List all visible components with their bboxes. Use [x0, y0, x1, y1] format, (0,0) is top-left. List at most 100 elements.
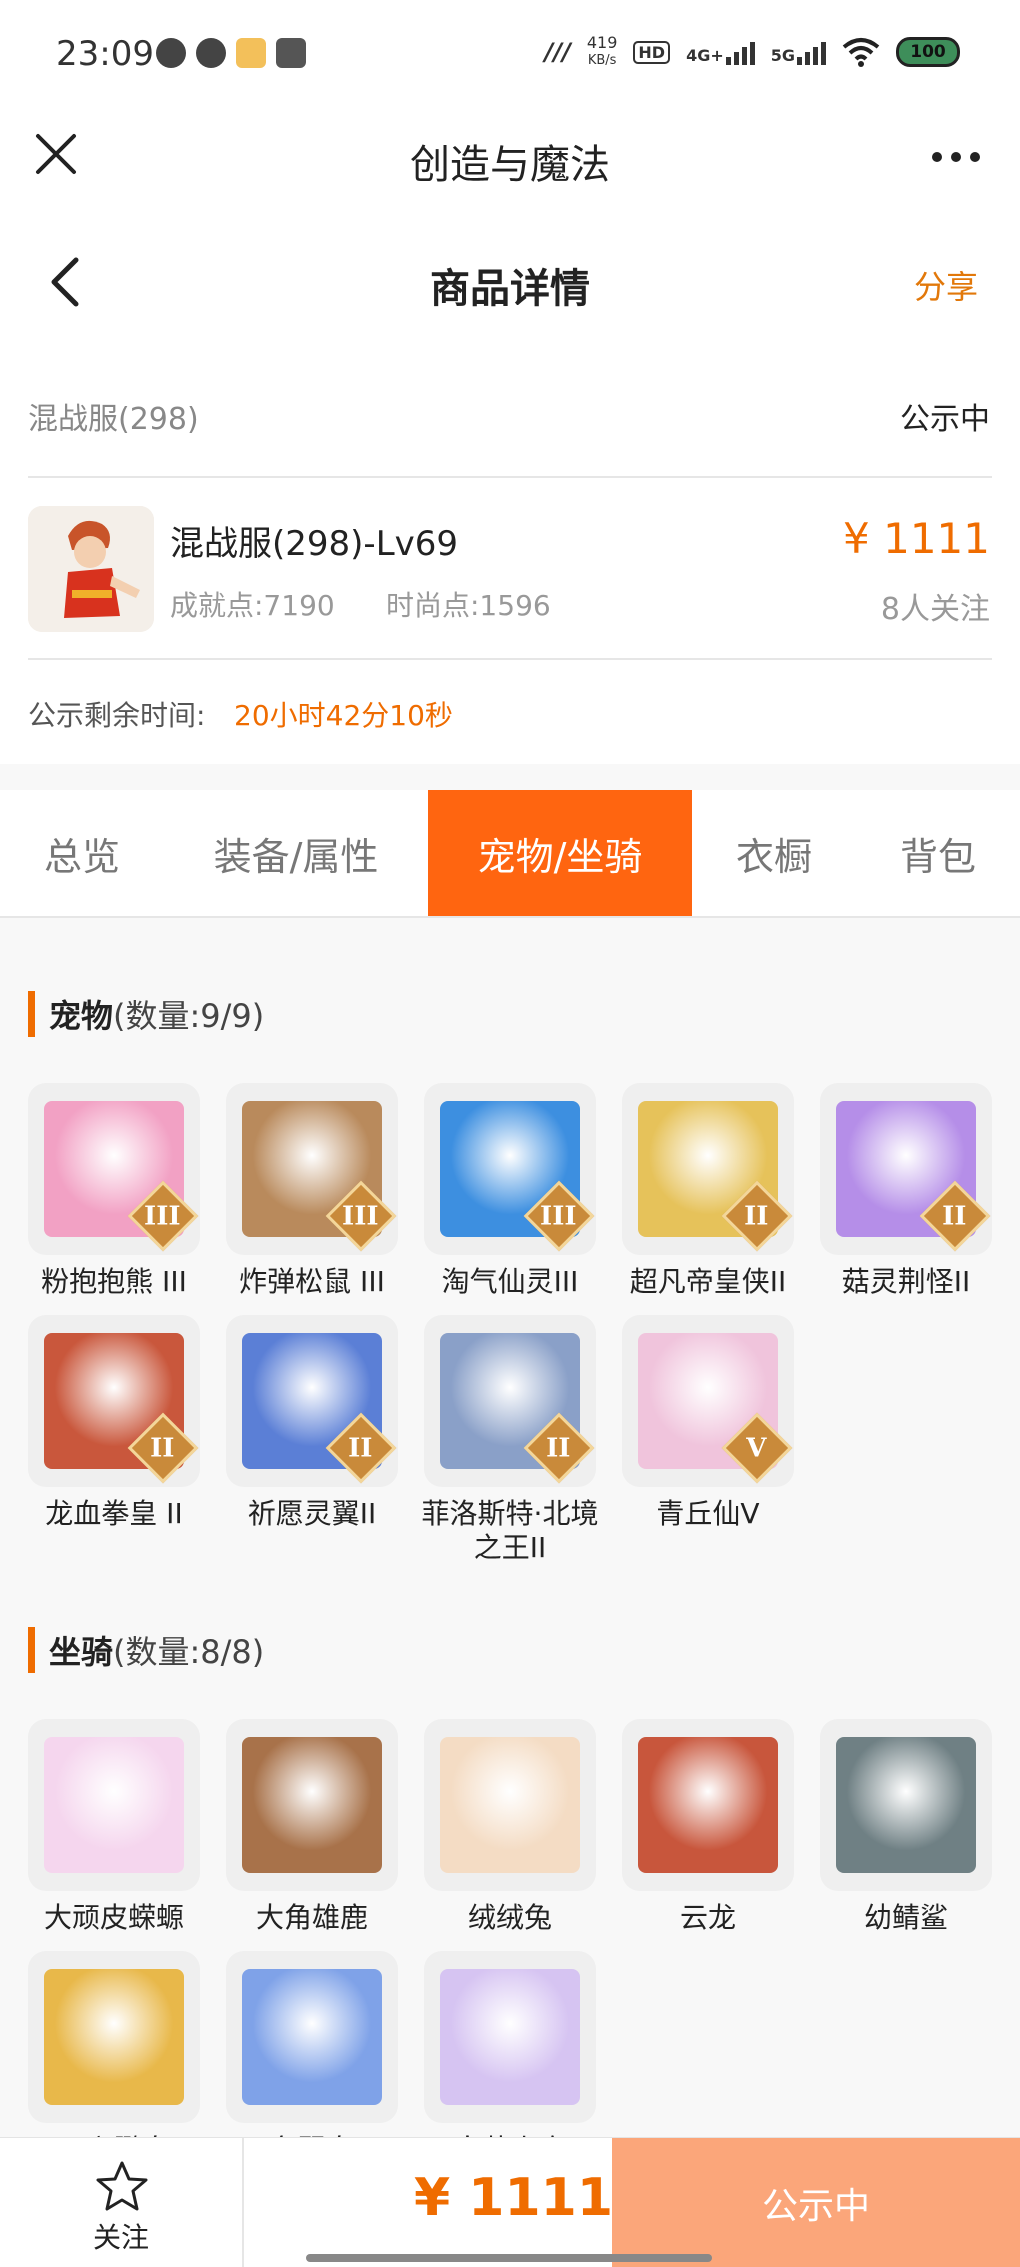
app-badge-icon: [236, 38, 266, 68]
server-name: 混战服(298): [28, 402, 199, 437]
sim1-signal: 4G+: [686, 39, 755, 65]
sim2-signal: 5G: [771, 39, 826, 65]
pet-item[interactable]: V 青丘仙V: [622, 1315, 794, 1531]
nfc-icon: ///: [544, 38, 571, 66]
tab-overview[interactable]: 总览: [0, 790, 164, 916]
wifi-icon: [842, 38, 880, 67]
signal-bars-icon: [797, 39, 826, 65]
pet-thumbnail: III: [424, 1083, 596, 1255]
section-accent-bar: [28, 991, 35, 1037]
pet-thumbnail: II: [28, 1315, 200, 1487]
page-header: 商品详情 分享: [0, 224, 1020, 344]
mount-thumbnail: [226, 1719, 398, 1891]
pet-item[interactable]: II 祈愿灵翼II: [226, 1315, 398, 1531]
pet-name: 龙血拳皇 II: [45, 1497, 183, 1530]
divider: [28, 476, 992, 478]
pet-item[interactable]: III 粉抱抱熊 III: [28, 1083, 200, 1299]
pet-name: 菲洛斯特·北境之王II: [421, 1497, 599, 1564]
sim1-label: 4G+: [686, 46, 724, 65]
mount-name: 大角雄鹿: [255, 1901, 368, 1934]
sim2-label: 5G: [770, 46, 795, 65]
share-button[interactable]: 分享: [914, 262, 978, 308]
mount-item[interactable]: 云龙: [622, 1719, 794, 1935]
message-icon: [156, 38, 186, 68]
tab-backpack[interactable]: 背包: [856, 790, 1020, 916]
pet-thumbnail: II: [622, 1083, 794, 1255]
pet-name: 粉抱抱熊 III: [41, 1265, 187, 1298]
mount-item[interactable]: 云斑鹦鸟: [28, 1951, 200, 2167]
mount-thumbnail: [424, 1951, 596, 2123]
character-avatar: [28, 506, 154, 632]
status-right: /// 419 KB/s HD 4G+ 5G 100: [545, 34, 960, 70]
mount-item[interactable]: 幼鲭鲨: [820, 1719, 992, 1935]
mount-image: [44, 1737, 184, 1873]
page-title: 商品详情: [430, 266, 590, 312]
mount-thumbnail: [28, 1951, 200, 2123]
pet-thumbnail: V: [622, 1315, 794, 1487]
pet-item[interactable]: II 菇灵荆怪II: [820, 1083, 992, 1299]
pets-count: (数量:9/9): [113, 997, 265, 1035]
pet-item[interactable]: II 超凡帝皇侠II: [622, 1083, 794, 1299]
android-icon: [276, 38, 306, 68]
pet-item[interactable]: III 淘气仙灵III: [424, 1083, 596, 1299]
product-name: 混战服(298)-Lv69: [170, 524, 459, 564]
more-options-icon[interactable]: [932, 152, 980, 162]
signal-bars-icon: [725, 39, 755, 65]
follow-button[interactable]: 关注: [0, 2138, 244, 2267]
remaining-time-value: 20小时42分10秒: [234, 699, 453, 732]
pet-item[interactable]: III 炸弹松鼠 III: [226, 1083, 398, 1299]
mount-thumbnail: [820, 1719, 992, 1891]
pet-thumbnail: III: [226, 1083, 398, 1255]
miniapp-title-bar: 创造与魔法: [0, 112, 1020, 224]
tier-label: III: [342, 1201, 379, 1232]
listing-status: 公示中: [900, 402, 990, 437]
follower-count: 8人关注: [880, 592, 990, 627]
pet-item[interactable]: II 菲洛斯特·北境之王II: [422, 1315, 598, 1565]
tier-label: II: [150, 1433, 175, 1464]
tab-pets-mounts[interactable]: 宠物/坐骑: [428, 790, 692, 916]
bottom-action-bar: 关注 ¥ 1111 公示中: [0, 2137, 1020, 2267]
tab-equipment[interactable]: 装备/属性: [164, 790, 428, 916]
mount-item[interactable]: 白蒙小鹿: [424, 1951, 596, 2167]
pets-section-title: 宠物 (数量:9/9): [28, 991, 264, 1037]
mount-item[interactable]: 冬翼鸟: [226, 1951, 398, 2167]
mount-name: 绒绒兔: [467, 1901, 552, 1934]
bottom-price: ¥ 1111: [414, 2168, 614, 2228]
notification-icons: [156, 38, 306, 68]
pet-thumbnail: II: [820, 1083, 992, 1255]
mounts-title: 坐骑: [49, 1633, 114, 1671]
mount-image: [638, 1737, 778, 1873]
product-price: ¥ 1111: [843, 514, 990, 563]
net-speed: 419 KB/s: [587, 34, 618, 70]
mount-name: 大顽皮蝾螈: [43, 1901, 184, 1934]
status-action-button[interactable]: 公示中: [612, 2138, 1020, 2267]
status-time: 23:09: [56, 34, 154, 74]
mount-thumbnail: [226, 1951, 398, 2123]
tier-label: II: [942, 1201, 967, 1232]
tier-label: II: [744, 1201, 769, 1232]
tab-wardrobe[interactable]: 衣橱: [692, 790, 856, 916]
pet-name: 炸弹松鼠 III: [239, 1265, 385, 1298]
mounts-count: (数量:8/8): [113, 1633, 265, 1671]
mount-image: [242, 1737, 382, 1873]
divider: [28, 658, 992, 660]
pet-name: 超凡帝皇侠II: [629, 1265, 787, 1298]
mount-item[interactable]: 绒绒兔: [424, 1719, 596, 1935]
mount-item[interactable]: 大顽皮蝾螈: [28, 1719, 200, 1935]
mount-item[interactable]: 大角雄鹿: [226, 1719, 398, 1935]
pet-name: 淘气仙灵III: [441, 1265, 579, 1298]
pet-thumbnail: II: [424, 1315, 596, 1487]
mount-name: 云龙: [679, 1901, 736, 1934]
mount-image: [836, 1737, 976, 1873]
tier-label: III: [540, 1201, 577, 1232]
mount-thumbnail: [424, 1719, 596, 1891]
net-speed-value: 419: [586, 33, 618, 52]
pet-item[interactable]: II 龙血拳皇 II: [28, 1315, 200, 1531]
mount-image: [440, 1969, 580, 2105]
tier-label: II: [348, 1433, 373, 1464]
achievement-points: 成就点:7190: [170, 589, 335, 622]
home-indicator[interactable]: [306, 2254, 712, 2262]
pet-name: 菇灵荆怪II: [841, 1265, 971, 1298]
status-bar: 23:09 /// 419 KB/s HD 4G+ 5G 100: [0, 0, 1020, 112]
tier-label: III: [144, 1201, 181, 1232]
